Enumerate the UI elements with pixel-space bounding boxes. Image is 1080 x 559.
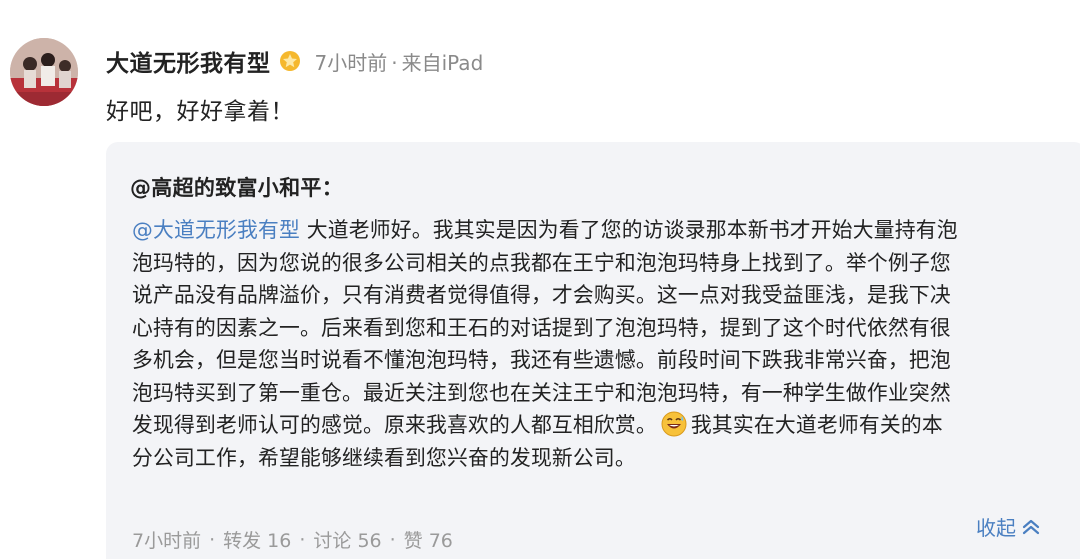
quoted-line-6: 泡玛特买到了第一重仓。最近关注到您也在关注王宁和泡泡玛特，有一种学生做作业突然 (132, 380, 951, 405)
verified-badge-icon (279, 50, 301, 72)
grinning-sweat-emoji-icon (661, 411, 687, 437)
quoted-line-5: 多机会，但是您当时说看不懂泡泡玛特，我还有些遗憾。前段时间下跌我非常兴奋，把泡 (132, 348, 951, 372)
post-source: 来自iPad (401, 50, 484, 75)
avatar[interactable] (10, 38, 78, 106)
stats-separator: · (299, 528, 306, 551)
post-content: 好吧，好好拿着！ (106, 99, 294, 125)
quoted-line-1-text: 大道老师好。我其实是因为看了您的访谈录那本新书才开始大量持有泡 (306, 218, 958, 242)
quoted-post[interactable]: @高超的致富小和平： @大道无形我有型 大道老师好。我其实是因为看了您的访谈录那… (106, 142, 1080, 559)
quoted-line-2: 泡玛特的，因为您说的很多公司相关的点我都在王宁和泡泡玛特身上找到了。举个例子您 (132, 250, 951, 275)
weibo-post: 大道无形我有型 7小时前 · 来自iPad 好吧，好好拿着！ @高超的致富小和平： … (0, 0, 1080, 559)
quoted-stats: 7小时前 · 转发 16 · 讨论 56 · 赞 76 (132, 526, 453, 553)
like-count[interactable]: 赞 76 (404, 526, 453, 553)
quoted-line-7: 发现得到老师认可的感觉。原来我喜欢的人都互相欣赏。 我其实在大道老师有关的本 (132, 409, 1062, 442)
post-time: 7小时前 (314, 50, 388, 75)
collapse-label: 收起 (976, 516, 1016, 540)
quoted-line-3: 说产品没有品牌溢价，只有消费者觉得值得，才会购买。这一点对我受益匪浅，是我下决 (132, 283, 951, 307)
meta-separator: · (391, 50, 398, 75)
quoted-line-7b: 我其实在大道老师有关的本 (690, 413, 943, 437)
chevron-up-icon (1022, 519, 1040, 534)
stats-separator: · (209, 528, 216, 551)
post-header: 大道无形我有型 7小时前 · 来自iPad (106, 44, 483, 78)
comment-count[interactable]: 讨论 56 (313, 526, 381, 553)
mention-link[interactable]: @大道无形我有型 (132, 218, 300, 242)
quoted-line-4: 心持有的因素之一。后来看到您和王石的对话提到了泡泡玛特，提到了这个时代依然有很 (132, 315, 951, 340)
quoted-time: 7小时前 (132, 530, 202, 552)
post-meta: 7小时前 · 来自iPad (315, 47, 484, 76)
collapse-button[interactable]: 收起 (976, 512, 1042, 541)
quoted-author[interactable]: @高超的致富小和平： (130, 172, 343, 202)
quoted-text: @大道无形我有型 大道老师好。我其实是因为看了您的访谈录那本新书才开始大量持有泡… (132, 214, 1062, 474)
username[interactable]: 大道无形我有型 (106, 44, 271, 78)
quoted-line-7a: 发现得到老师认可的感觉。原来我喜欢的人都互相欣赏。 (132, 413, 657, 437)
quoted-line-1: @大道无形我有型 大道老师好。我其实是因为看了您的访谈录那本新书才开始大量持有泡 (132, 214, 1062, 247)
stats-separator: · (389, 528, 396, 551)
quoted-line-8: 分公司工作，希望能够继续看到您兴奋的发现新公司。 (132, 445, 636, 470)
repost-count[interactable]: 转发 16 (223, 526, 291, 553)
